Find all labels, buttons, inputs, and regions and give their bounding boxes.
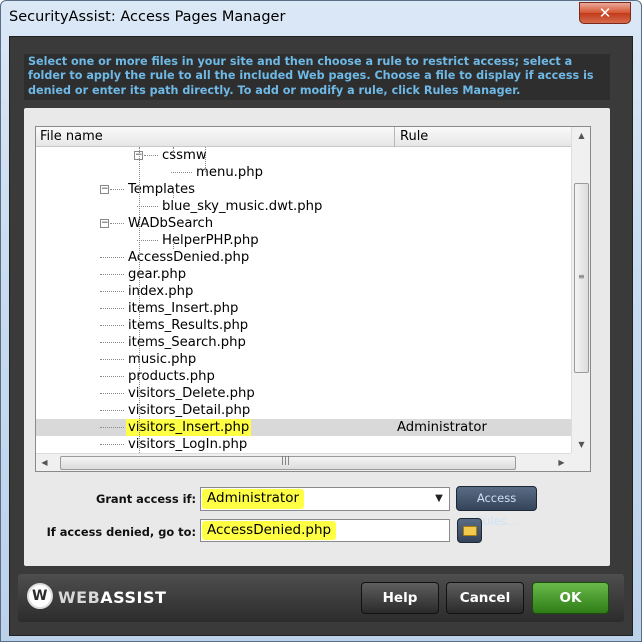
folder-name: WADbSearch xyxy=(128,216,214,231)
file-tree[interactable]: File name Rule cssmw − menu.php Templates − b… xyxy=(35,126,591,472)
tree-row[interactable]: Templates − xyxy=(36,181,571,198)
tree-row[interactable]: HelperPHP.php xyxy=(36,232,571,249)
scroll-left-icon[interactable]: ◀ xyxy=(36,454,53,471)
tree-connector xyxy=(173,147,174,157)
file-name: index.php xyxy=(128,284,194,299)
file-name: visitors_Delete.php xyxy=(128,386,255,401)
tree-row[interactable]: index.php xyxy=(36,283,571,300)
tree-header: File name Rule xyxy=(36,127,571,147)
collapse-icon[interactable]: − xyxy=(100,185,109,194)
file-name: items_Results.php xyxy=(128,318,249,333)
file-name: visitors_LogIn.php xyxy=(128,437,248,452)
tree-connector xyxy=(137,206,158,207)
file-name: gear.php xyxy=(128,267,187,282)
cancel-button[interactable]: Cancel xyxy=(446,582,524,614)
tree-row[interactable]: visitors_Insert.php Administrator xyxy=(36,419,571,436)
tree-row[interactable]: WADbSearch − xyxy=(36,215,571,232)
access-rules-button[interactable]: Access Rules... xyxy=(456,486,537,528)
tree-row[interactable]: blue_sky_music.dwt.php xyxy=(36,198,571,215)
instructions-text: Select one or more files in your site an… xyxy=(28,55,594,97)
tree-connector xyxy=(171,172,192,173)
tree-connector xyxy=(144,155,158,156)
tree-row[interactable]: menu.php xyxy=(36,164,571,181)
column-header-rule[interactable]: Rule xyxy=(396,127,571,147)
close-button[interactable]: ✕ xyxy=(579,2,631,24)
tree-connector xyxy=(100,410,124,411)
file-name: items_Insert.php xyxy=(128,301,239,316)
browse-folder-button[interactable] xyxy=(457,518,482,543)
tree-connector xyxy=(100,257,124,258)
tree-connector xyxy=(100,291,124,292)
instructions-box: Select one or more files in your site an… xyxy=(24,54,610,100)
tree-connector xyxy=(100,376,124,377)
tree-connector xyxy=(100,308,124,309)
tree-connector xyxy=(139,147,140,453)
horizontal-scroll-thumb[interactable]: ||| xyxy=(60,456,516,470)
file-name: visitors_Detail.php xyxy=(128,403,251,418)
tree-connector xyxy=(100,274,124,275)
file-name: HelperPHP.php xyxy=(162,233,259,248)
tree-connector xyxy=(173,241,174,249)
file-name: menu.php xyxy=(196,165,263,180)
scroll-right-icon[interactable]: ▶ xyxy=(553,454,570,471)
grant-access-value: Administrator xyxy=(202,489,305,509)
tree-connector xyxy=(100,325,124,326)
file-name: visitors_Insert.php xyxy=(126,419,252,436)
tree-row[interactable]: items_Search.php xyxy=(36,334,571,351)
tree-row[interactable]: gear.php xyxy=(36,266,571,283)
window-title: SecurityAssist: Access Pages Manager xyxy=(9,9,286,25)
tree-connector xyxy=(100,342,124,343)
tree-row[interactable]: AccessDenied.php xyxy=(36,249,571,266)
access-denied-label: If access denied, go to: xyxy=(46,525,196,539)
tree-row[interactable]: products.php xyxy=(36,368,571,385)
tree-connector xyxy=(110,223,124,224)
tree-connector xyxy=(137,240,158,241)
file-name: AccessDenied.php xyxy=(128,250,250,265)
rule-cell: Administrator xyxy=(397,420,487,435)
tree-row[interactable]: visitors_Detail.php xyxy=(36,402,571,419)
vertical-scrollbar[interactable]: ▲ ≡ ▼ xyxy=(571,127,590,453)
tree-row[interactable]: visitors_Delete.php xyxy=(36,385,571,402)
tree-connector xyxy=(100,359,124,360)
tree-connector xyxy=(110,189,124,190)
tree-connector xyxy=(100,427,124,428)
file-name: blue_sky_music.dwt.php xyxy=(162,199,323,214)
folder-icon xyxy=(463,526,477,536)
tree-row[interactable]: items_Insert.php xyxy=(36,300,571,317)
tree-connector xyxy=(173,190,174,198)
collapse-icon[interactable]: − xyxy=(100,219,109,228)
tree-connector xyxy=(100,444,124,445)
file-name: products.php xyxy=(128,369,215,384)
tree-row[interactable]: visitors_LogIn.php xyxy=(36,436,571,453)
grant-access-label: Grant access if: xyxy=(95,492,196,506)
chevron-down-icon[interactable]: ▼ xyxy=(432,491,446,507)
column-header-file[interactable]: File name xyxy=(36,127,395,147)
scroll-down-icon[interactable]: ▼ xyxy=(572,436,590,453)
tree-row[interactable]: items_Results.php xyxy=(36,317,571,334)
tree-row[interactable]: cssmw − xyxy=(36,147,571,164)
horizontal-scrollbar[interactable]: ◀ ||| ▶ xyxy=(36,453,571,471)
scroll-up-icon[interactable]: ▲ xyxy=(572,127,590,144)
ok-button[interactable]: OK xyxy=(532,582,609,614)
tree-connector xyxy=(205,147,206,172)
file-name: items_Search.php xyxy=(128,335,246,350)
folder-name: cssmw xyxy=(162,148,207,163)
webassist-logo-icon: W xyxy=(27,583,53,609)
scrollbar-corner xyxy=(571,453,590,471)
tree-connector xyxy=(100,393,124,394)
access-denied-input[interactable]: AccessDenied.php xyxy=(200,519,450,542)
title-bar: SecurityAssist: Access Pages Manager ✕ xyxy=(1,1,641,35)
tree-row[interactable]: music.php xyxy=(36,351,571,368)
grant-access-select[interactable]: Administrator ▼ xyxy=(200,487,450,511)
tree-rows: cssmw − menu.php Templates − blue_sky_music.d… xyxy=(36,147,571,453)
vertical-scroll-thumb[interactable]: ≡ xyxy=(574,183,589,373)
webassist-logo-text: WEBASSIST xyxy=(58,588,167,607)
help-button[interactable]: Help xyxy=(361,582,439,614)
access-denied-value: AccessDenied.php xyxy=(202,521,337,540)
